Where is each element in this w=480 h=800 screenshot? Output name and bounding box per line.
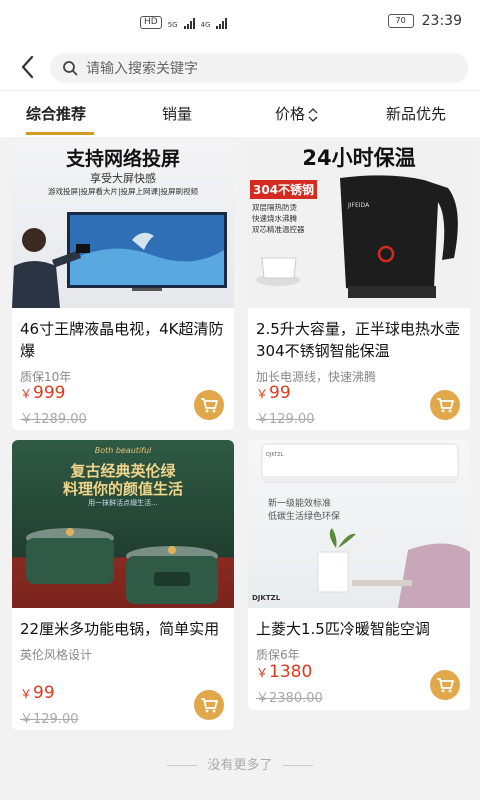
add-to-cart-button[interactable] [430,670,460,700]
tv-photo [12,212,227,308]
product-subtitle: 质保6年 [256,648,300,662]
currency-symbol: ￥ [20,387,33,401]
original-price: ￥129.00 [256,412,315,427]
original-price: ￥1289.00 [20,412,87,427]
hd-badge: HD [140,16,162,29]
original-price: ￥2380.00 [256,691,323,706]
tab-newest[interactable]: 新品优先 [386,103,446,124]
product-title[interactable]: 46寸王牌液晶电视，4K超清防爆 [20,318,226,362]
tab-comprehensive[interactable]: 综合推荐 [26,103,86,124]
search-bar[interactable] [50,53,468,85]
ac-logo: DJKTZL [266,452,284,458]
cart-icon [437,398,454,413]
currency-symbol: ￥ [256,666,269,680]
image-subheadline: 享受大屏快感 [90,172,156,185]
add-to-cart-button[interactable] [194,390,224,420]
image-brand: JIFEIDA [348,202,370,209]
no-more-label: 没有更多了 [207,758,273,773]
product-image: Both beautiful 复古经典英伦绿 料理你的颜值生活 用一抹鲜活点缀生… [12,440,234,608]
sort-tabs: 综合推荐 销量 价格 新品优先 [0,90,480,137]
back-arrow-icon[interactable] [18,54,38,80]
product-title[interactable]: 2.5升大容量，正半球电热水壶304不锈钢智能保温 [256,318,462,362]
cart-icon [201,698,218,713]
divider [282,765,313,766]
image-caption: 用一抹鲜活点缀生活... [88,499,158,507]
battery-icon: 70 [387,14,414,28]
search-input[interactable] [84,53,458,85]
product-price: ￥1380 [256,662,312,682]
product-card[interactable]: DJKTZL 新一级能效标准 低碳生活绿色环保 DJKTZL 上菱大1.5匹冷暖… [248,440,470,710]
pot-photo [26,528,218,604]
product-subtitle: 英伦风格设计 [20,648,93,662]
signal-indicators: HD 5G 4G [140,16,228,29]
image-script: Both beautiful [94,446,152,455]
list-end-footer: 没有更多了 [0,754,480,773]
product-title[interactable]: 上菱大1.5匹冷暖智能空调 [256,618,462,640]
product-image: 支持网络投屏 享受大屏快感 游戏投屏|投屏看大片|投屏上网课|投屏刷视频 [12,140,234,308]
search-icon [63,61,78,76]
product-price: ￥999 [20,383,65,403]
product-image: DJKTZL 新一级能效标准 低碳生活绿色环保 DJKTZL [248,440,470,608]
add-to-cart-button[interactable] [430,390,460,420]
signal-icon-2 [216,17,228,29]
add-to-cart-button[interactable] [194,690,224,720]
clock: 23:39 [421,13,462,29]
divider [167,765,198,766]
price-value: 99 [33,683,55,703]
price-value: 99 [269,383,291,403]
status-bar: HD 5G 4G 70 23:39 [0,0,480,44]
product-card[interactable]: 支持网络投屏 享受大屏快感 游戏投屏|投屏看大片|投屏上网课|投屏刷视频 46寸… [12,140,234,430]
kettle-photo [256,175,458,298]
image-headline: 支持网络投屏 [65,148,180,170]
tab-price[interactable]: 价格 [275,103,318,124]
cart-icon [437,678,454,693]
sim2-label: 4G [200,21,211,29]
tab-price-label: 价格 [275,105,306,123]
price-value: 1380 [269,662,313,682]
product-price: ￥99 [20,683,55,703]
price-value: 999 [33,383,66,403]
product-price: ￥99 [256,383,291,403]
sim1-label: 5G [167,21,178,29]
ac-photo [261,443,470,608]
signal-icon [183,17,195,29]
image-line: 新一级能效标准 [268,499,332,509]
active-tab-indicator [26,132,94,135]
cart-icon [201,398,218,413]
product-image: 24小时保温 304不锈钢 双层隔热防烫 快速烧水沸腾 双芯精准温控器 JIFE… [248,140,470,308]
image-line: 低碳生活绿色环保 [268,512,341,522]
sort-arrows-icon [308,107,318,122]
search-header [0,44,480,90]
currency-symbol: ￥ [256,387,269,401]
original-price: ￥129.00 [20,712,79,727]
tab-sales[interactable]: 销量 [162,103,192,124]
product-title[interactable]: 22厘米多功能电锅，简单实用 [20,618,226,640]
image-headline: 料理你的颜值生活 [62,480,183,498]
currency-symbol: ￥ [20,687,33,701]
image-brand: DJKTZL [252,594,281,602]
image-text: 新一级能效标准 低碳生活绿色环保 [268,498,340,524]
image-caption: 游戏投屏|投屏看大片|投屏上网课|投屏刷视频 [47,187,199,196]
product-card[interactable]: Both beautiful 复古经典英伦绿 料理你的颜值生活 用一抹鲜活点缀生… [12,440,234,730]
product-card[interactable]: 24小时保温 304不锈钢 双层隔热防烫 快速烧水沸腾 双芯精准温控器 JIFE… [248,140,470,430]
